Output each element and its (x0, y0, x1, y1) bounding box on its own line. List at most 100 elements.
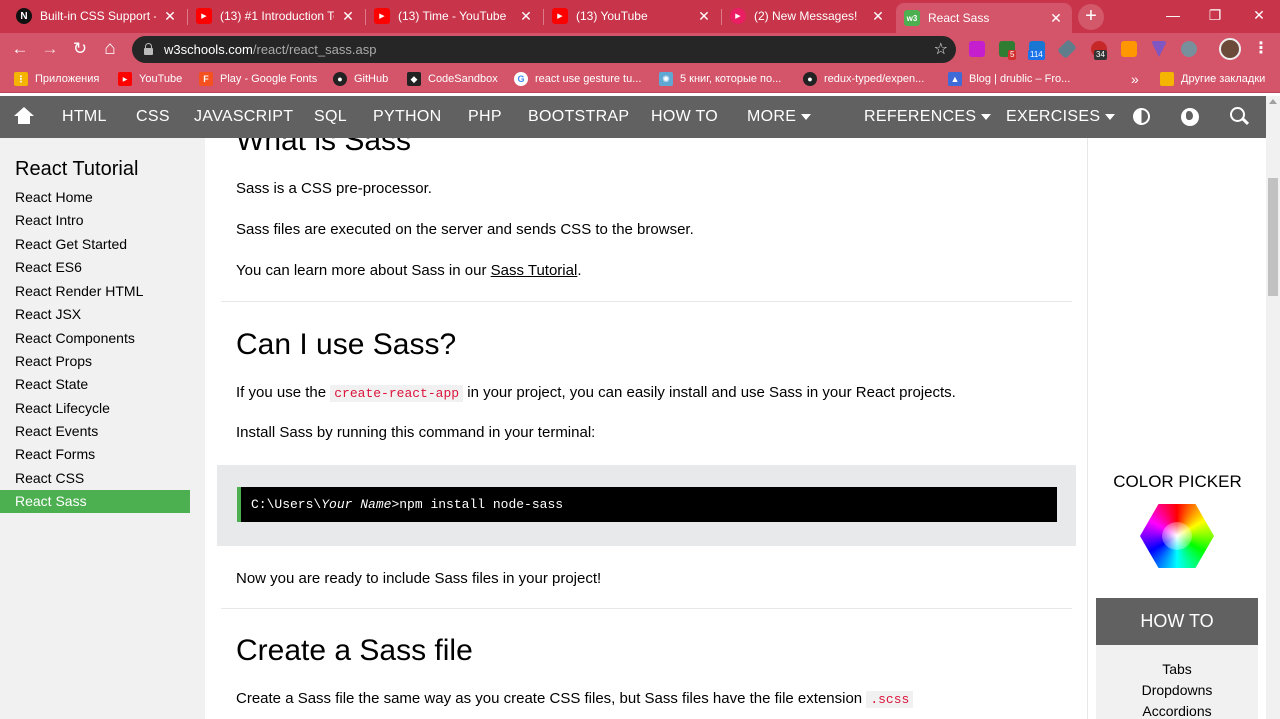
sidebar-item-react-render-html[interactable]: React Render HTML (0, 280, 190, 303)
nav-exercises-dropdown[interactable]: EXERCISES (1006, 96, 1116, 138)
inline-code-create-react-app: create-react-app (330, 385, 464, 402)
tab-close-icon[interactable]: ✕ (518, 8, 534, 25)
sidebar-item-react-components[interactable]: React Components (0, 327, 190, 350)
browser-tab-messages[interactable]: ▶ (2) New Messages! ✕ (722, 2, 894, 30)
bookmark-google-fonts[interactable]: F Play - Google Fonts (199, 71, 317, 87)
nextjs-favicon-icon: N (16, 8, 32, 24)
bookmark-google-search[interactable]: G react use gesture tu... (514, 71, 641, 87)
bookmark-label: Play - Google Fonts (220, 73, 318, 85)
sidebar-item-react-intro[interactable]: React Intro (0, 209, 190, 232)
translate-globe-icon[interactable] (1181, 108, 1199, 126)
extension-vue-icon[interactable] (1151, 41, 1167, 57)
how-to-link-accordions[interactable]: Accordions (1096, 703, 1258, 719)
bookmark-books[interactable]: ✺ 5 книг, которые по... (659, 71, 781, 87)
bookmark-drublic-blog[interactable]: ▲ Blog | drublic – Fro... (948, 71, 1070, 87)
bookmark-star-icon[interactable]: ☆ (934, 36, 948, 63)
nav-python[interactable]: PYTHON (373, 96, 441, 138)
maximize-window-icon[interactable]: ❐ (1200, 4, 1230, 26)
github-icon: ● (803, 72, 817, 86)
bookmark-redux-typed[interactable]: ● redux-typed/expen... (803, 71, 924, 87)
w3schools-favicon-icon: w3 (904, 10, 920, 26)
extension-orange-icon[interactable] (1121, 41, 1137, 57)
how-to-link-tabs[interactable]: Tabs (1096, 661, 1258, 677)
youtube-icon: ▶ (118, 72, 132, 86)
other-bookmarks-folder[interactable]: Другие закладки (1160, 71, 1265, 87)
minimize-window-icon[interactable]: — (1158, 4, 1188, 26)
bookmark-codesandbox[interactable]: ◆ CodeSandbox (407, 71, 498, 87)
back-arrow-icon[interactable]: ← (8, 37, 32, 61)
paragraph-install-sass: Install Sass by running this command in … (236, 424, 596, 441)
right-column: COLOR PICKER HOW TO Tabs Dropdowns Accor… (1087, 138, 1266, 719)
tab-close-icon[interactable]: ✕ (696, 8, 712, 25)
sidebar-item-react-sass[interactable]: React Sass (0, 490, 190, 513)
extension-gray-icon[interactable] (1181, 41, 1197, 57)
nav-php[interactable]: PHP (468, 96, 502, 138)
forward-arrow-icon[interactable]: → (38, 37, 62, 61)
sass-tutorial-link[interactable]: Sass Tutorial (491, 262, 578, 279)
lock-icon (144, 43, 153, 55)
sidebar-item-react-css[interactable]: React CSS (0, 467, 190, 490)
browser-tab-css-support[interactable]: N Built-in CSS Support - D ✕ (8, 2, 186, 30)
terminal-placeholder-text: Your Name (321, 497, 392, 512)
address-bar[interactable]: w3schools.com/react/react_sass.asp ☆ (132, 36, 956, 63)
bookmark-apps[interactable]: ⋮ Приложения (14, 71, 99, 87)
search-icon[interactable] (1230, 107, 1245, 122)
reload-icon[interactable]: ↻ (68, 37, 92, 61)
how-to-heading: HOW TO (1096, 598, 1258, 645)
home-button-icon[interactable]: ⌂ (98, 37, 122, 61)
sidebar-item-react-forms[interactable]: React Forms (0, 443, 190, 466)
tab-close-icon[interactable]: ✕ (1048, 10, 1064, 27)
sidebar-item-react-get-started[interactable]: React Get Started (0, 233, 190, 256)
main-content: What is Sass Sass is a CSS pre-processor… (205, 138, 1087, 719)
youtube-favicon-icon: ▶ (374, 8, 390, 24)
nav-more-label: MORE (747, 108, 797, 125)
nav-javascript[interactable]: JAVASCRIPT (194, 96, 293, 138)
sidebar-title: React Tutorial (15, 158, 139, 180)
sidebar-item-react-state[interactable]: React State (0, 373, 190, 396)
tab-title: Built-in CSS Support - D (40, 9, 156, 23)
nav-references-dropdown[interactable]: REFERENCES (864, 96, 992, 138)
tab-close-icon[interactable]: ✕ (162, 8, 178, 25)
browser-tab-youtube[interactable]: ▶ (13) YouTube ✕ (544, 2, 720, 30)
nav-css[interactable]: CSS (136, 96, 170, 138)
sidebar-item-react-lifecycle[interactable]: React Lifecycle (0, 397, 190, 420)
browser-tab-react-sass[interactable]: w3 React Sass ✕ (896, 3, 1072, 33)
sidebar-item-react-home[interactable]: React Home (0, 186, 190, 209)
color-picker-hexagon-icon[interactable] (1140, 504, 1214, 568)
bookmark-github[interactable]: ● GitHub (333, 71, 388, 87)
browser-menu-icon[interactable]: ⋮ (1253, 39, 1269, 59)
sidebar-item-react-jsx[interactable]: React JSX (0, 303, 190, 326)
tab-close-icon[interactable]: ✕ (340, 8, 356, 25)
bookmark-youtube[interactable]: ▶ YouTube (118, 71, 182, 87)
bookmark-label: Blog | drublic – Fro... (969, 73, 1071, 85)
how-to-link-dropdowns[interactable]: Dropdowns (1096, 682, 1258, 698)
scroll-up-arrow-icon[interactable] (1269, 99, 1277, 104)
scrollbar-thumb[interactable] (1268, 178, 1278, 296)
sidebar-scrollbar[interactable] (192, 138, 204, 719)
nav-sql[interactable]: SQL (314, 96, 347, 138)
sidebar-item-react-events[interactable]: React Events (0, 420, 190, 443)
nav-bootstrap[interactable]: BOOTSTRAP (528, 96, 629, 138)
browser-tab-time-video[interactable]: ▶ (13) Time - YouTube ✕ (366, 2, 542, 30)
browser-tab-intro-video[interactable]: ▶ (13) #1 Introduction To ✕ (188, 2, 364, 30)
nav-html[interactable]: HTML (62, 96, 107, 138)
terminal-text: >npm install node-sass (391, 497, 564, 512)
tab-title: React Sass (928, 11, 990, 25)
nav-how-to[interactable]: HOW TO (651, 96, 718, 138)
url-host: w3schools.com (164, 42, 253, 57)
sidebar-item-react-es6[interactable]: React ES6 (0, 256, 190, 279)
new-tab-button[interactable]: + (1078, 4, 1104, 30)
nav-more-dropdown[interactable]: MORE (747, 96, 812, 138)
profile-avatar[interactable] (1219, 38, 1241, 60)
sidebar-item-react-props[interactable]: React Props (0, 350, 190, 373)
tab-close-icon[interactable]: ✕ (870, 8, 886, 25)
extension-purple-play-icon[interactable] (969, 41, 985, 57)
terminal-text: C:\Users\ (251, 497, 322, 512)
tab-title: (2) New Messages! (754, 9, 858, 23)
dark-mode-contrast-icon[interactable] (1133, 108, 1150, 125)
close-window-icon[interactable]: ✕ (1244, 4, 1274, 26)
page-scrollbar[interactable] (1266, 96, 1280, 719)
home-icon[interactable] (14, 107, 34, 125)
bookmarks-overflow-chevron-icon[interactable]: » (1131, 71, 1139, 87)
extension-tool-icon[interactable] (1057, 39, 1077, 59)
